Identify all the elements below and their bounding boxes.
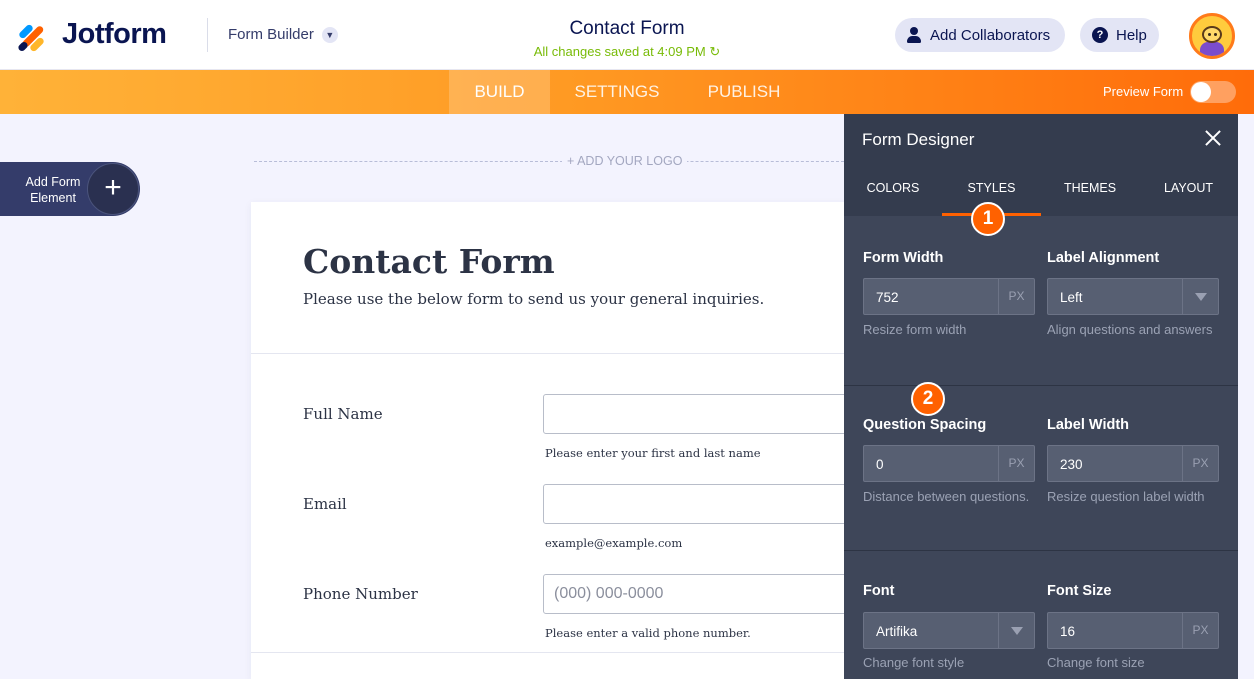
tab-colors[interactable]: COLORS [844, 164, 942, 216]
font-size-input[interactable]: 16 PX [1047, 612, 1219, 649]
form-divider [251, 652, 844, 653]
phone-number-label: Phone Number [303, 585, 418, 603]
font-label: Font [863, 583, 895, 599]
tab-publish[interactable]: PUBLISH [696, 70, 792, 114]
preview-form-toggle[interactable] [1190, 81, 1236, 103]
section-divider [844, 550, 1238, 551]
label-width-input[interactable]: 230 PX [1047, 445, 1219, 482]
designer-header: Form Designer [844, 114, 1238, 164]
font-select[interactable]: Artifika [863, 612, 1035, 649]
question-spacing-label: Question Spacing [863, 417, 987, 433]
form-title-area: Contact Form All changes saved at 4:09 P… [480, 18, 774, 60]
question-spacing-input[interactable]: 0 PX [863, 445, 1035, 482]
help-label: Help [1116, 26, 1147, 44]
form-title[interactable]: Contact Form [480, 18, 774, 40]
font-hint: Change font style [863, 655, 965, 670]
brand-name: Jotform [62, 18, 167, 50]
label-alignment-label: Label Alignment [1047, 250, 1160, 266]
px-unit: PX [1182, 446, 1218, 481]
form-builder-label: Form Builder [228, 26, 314, 43]
jotform-logo[interactable]: Jotform [16, 18, 167, 53]
email-hint: example@example.com [545, 536, 683, 550]
label-width-value: 230 [1060, 457, 1083, 472]
save-status: All changes saved at 4:09 PM ↻ [480, 44, 774, 60]
question-spacing-value: 0 [876, 457, 884, 472]
chevron-down-icon: ▼ [321, 26, 338, 43]
form-designer-panel: Form Designer COLORS STYLES THEMES LAYOU… [844, 114, 1238, 679]
tab-settings[interactable]: SETTINGS [567, 70, 667, 114]
jotform-logo-icon [16, 19, 50, 53]
tab-build[interactable]: BUILD [449, 70, 550, 114]
email-input[interactable] [543, 484, 863, 524]
form-width-label: Form Width [863, 250, 944, 266]
logo-placeholder-line [254, 161, 844, 162]
step-badge-2: 2 [911, 382, 945, 416]
close-icon[interactable] [1199, 124, 1227, 152]
chevron-down-icon [1182, 279, 1218, 314]
question-icon: ? [1092, 27, 1108, 43]
label-width-hint: Resize question label width [1047, 489, 1205, 504]
phone-number-hint: Please enter a valid phone number. [545, 626, 751, 640]
section-divider [844, 385, 1238, 386]
label-alignment-select[interactable]: Left [1047, 278, 1219, 315]
full-name-label: Full Name [303, 405, 383, 423]
refresh-icon: ↻ [709, 44, 721, 59]
add-form-element-label: Add Form Element [25, 175, 81, 205]
add-collaborators-button[interactable]: Add Collaborators [895, 18, 1065, 52]
form-subheading: Please use the below form to send us you… [303, 290, 765, 308]
add-logo-button[interactable]: + ADD YOUR LOGO [562, 154, 688, 168]
person-icon [907, 27, 921, 43]
question-spacing-hint: Distance between questions. [863, 489, 1030, 504]
form-builder-menu[interactable]: Form Builder ▼ [228, 26, 338, 43]
add-collaborators-label: Add Collaborators [930, 26, 1051, 44]
toggle-knob [1191, 82, 1211, 102]
label-alignment-hint: Align questions and answers [1047, 322, 1213, 337]
form-card: Contact Form Please use the below form t… [251, 202, 863, 679]
tab-themes[interactable]: THEMES [1041, 164, 1139, 216]
form-width-value: 752 [876, 290, 899, 305]
tab-layout[interactable]: LAYOUT [1139, 164, 1238, 216]
full-name-input[interactable] [543, 394, 863, 434]
phone-number-input[interactable]: (000) 000-0000 [543, 574, 863, 614]
px-unit: PX [998, 279, 1034, 314]
font-value: Artifika [876, 624, 918, 639]
font-size-value: 16 [1060, 624, 1076, 639]
designer-title: Form Designer [862, 130, 975, 149]
panel-scrollbar-track[interactable] [1238, 114, 1254, 679]
avatar[interactable] [1189, 13, 1235, 59]
builder-nav: BUILD SETTINGS PUBLISH Preview Form [0, 70, 1254, 114]
form-heading: Contact Form [303, 242, 555, 281]
chevron-down-icon [998, 613, 1034, 648]
designer-tabs: COLORS STYLES THEMES LAYOUT [844, 164, 1238, 216]
plus-icon: + [87, 163, 139, 215]
help-button[interactable]: ? Help [1080, 18, 1159, 52]
font-size-hint: Change font size [1047, 655, 1145, 670]
font-size-label: Font Size [1047, 583, 1112, 599]
form-header[interactable]: Contact Form Please use the below form t… [251, 202, 844, 354]
form-width-hint: Resize form width [863, 322, 967, 337]
top-header: Jotform Form Builder ▼ Contact Form All … [0, 0, 1254, 70]
px-unit: PX [1182, 613, 1218, 648]
header-divider [207, 18, 208, 52]
email-label: Email [303, 495, 347, 513]
add-form-element-button[interactable]: Add Form Element + [0, 162, 140, 216]
label-width-label: Label Width [1047, 417, 1130, 433]
save-status-text: All changes saved at 4:09 PM [533, 44, 706, 59]
form-width-input[interactable]: 752 PX [863, 278, 1035, 315]
full-name-hint: Please enter your first and last name [545, 446, 761, 460]
px-unit: PX [998, 446, 1034, 481]
preview-form-label: Preview Form [1103, 84, 1184, 99]
step-badge-1: 1 [971, 202, 1005, 236]
label-alignment-value: Left [1060, 290, 1083, 305]
